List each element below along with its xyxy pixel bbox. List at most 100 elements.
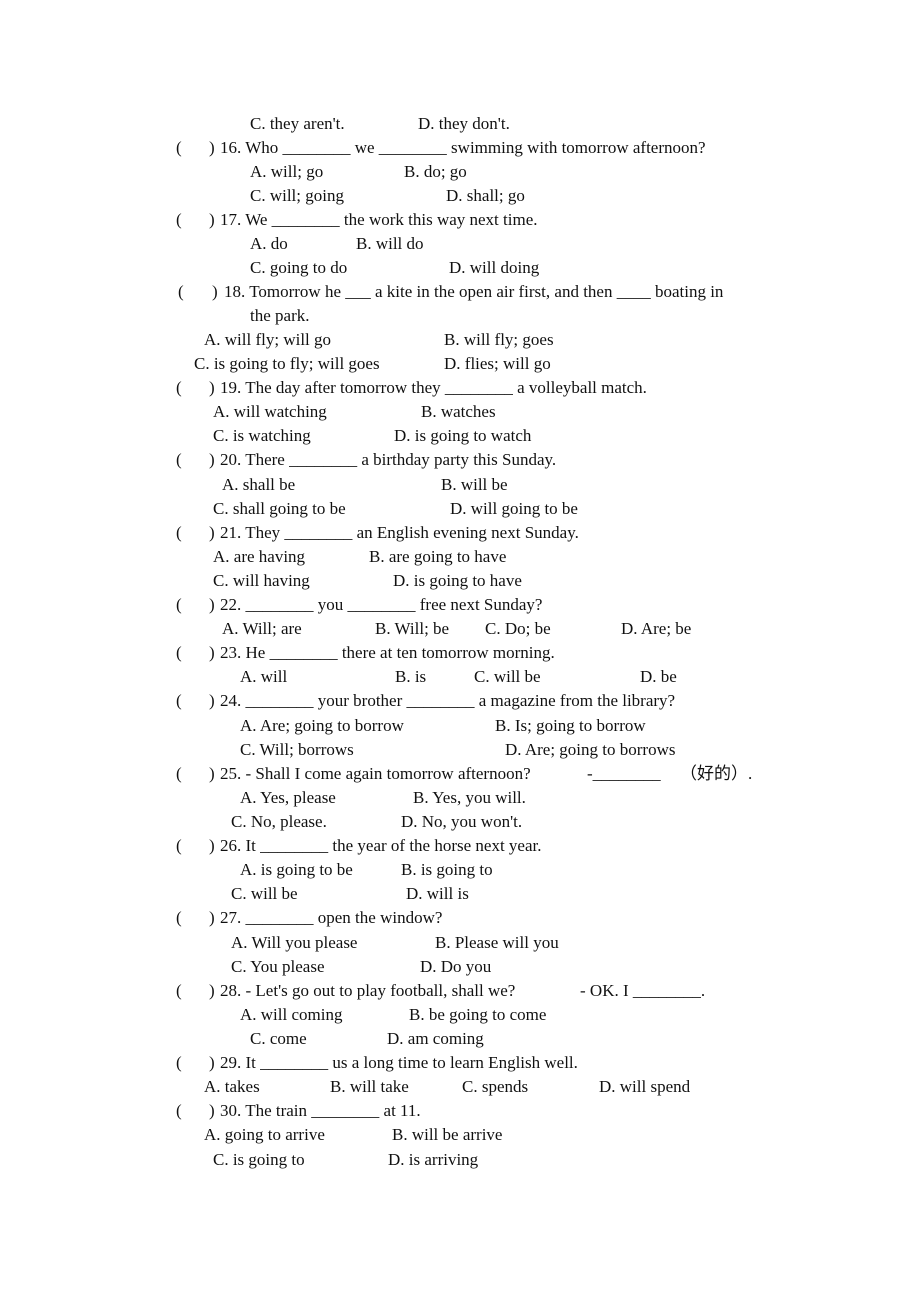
q24-option-b: B. Is; going to borrow (495, 716, 646, 735)
q18-option-a: A. will fly; will go (204, 330, 332, 349)
answer-bracket-open: ( (176, 1053, 182, 1072)
q22-option-b: B. Will; be (375, 619, 450, 638)
q27-stem: 27. ________ open the window? (220, 908, 443, 927)
answer-bracket-close: ) (209, 378, 215, 397)
q25-option-a: A. Yes, please (240, 788, 336, 807)
q19-option-c: C. is watching (213, 426, 311, 445)
q16-stem: 16. Who ________ we ________ swimming wi… (220, 138, 706, 157)
q21-option-a: A. are having (213, 547, 306, 566)
q29-option-d: D. will spend (599, 1077, 691, 1096)
answer-bracket-close: ) (209, 210, 215, 229)
answer-bracket-close: ) (209, 138, 215, 157)
q27-option-d: D. Do you (420, 957, 492, 976)
answer-bracket-open: ( (176, 691, 182, 710)
q27-option-b: B. Please will you (435, 933, 559, 952)
q30-option-b: B. will be arrive (392, 1125, 503, 1144)
q23-option-a: A. will (240, 667, 288, 686)
q16-option-d: D. shall; go (446, 186, 525, 205)
answer-bracket-close: ) (209, 595, 215, 614)
q21-option-b: B. are going to have (369, 547, 507, 566)
q20-stem: 20. There ________ a birthday party this… (220, 450, 557, 469)
q18-stem: 18. Tomorrow he ___ a kite in the open a… (224, 282, 724, 301)
q16-option-a: A. will; go (250, 162, 324, 181)
q27-option-a: A. Will you please (231, 933, 358, 952)
q17-option-a: A. do (250, 234, 288, 253)
q25-option-d: D. No, you won't. (401, 812, 523, 831)
q27-option-c: C. You please (231, 957, 325, 976)
answer-bracket-close: ) (209, 643, 215, 662)
q28-option-d: D. am coming (387, 1029, 484, 1048)
q19-option-d: D. is going to watch (394, 426, 532, 445)
answer-bracket-close: ) (209, 523, 215, 542)
answer-bracket-open: ( (176, 908, 182, 927)
q24-option-c: C. Will; borrows (240, 740, 354, 759)
q23-stem: 23. He ________ there at ten tomorrow mo… (220, 643, 555, 662)
q23-option-d: D. be (640, 667, 677, 686)
q20-option-a: A. shall be (222, 475, 296, 494)
answer-bracket-close: ) (212, 282, 218, 301)
q16-option-b: B. do; go (404, 162, 467, 181)
q18-option-c: C. is going to fly; will goes (194, 354, 380, 373)
q21-stem: 21. They ________ an English evening nex… (220, 523, 579, 542)
q25-option-b: B. Yes, you will. (413, 788, 526, 807)
q19-option-a: A. will watching (213, 402, 327, 421)
q28-option-a: A. will coming (240, 1005, 343, 1024)
answer-bracket-close: ) (209, 764, 215, 783)
q22-stem: 22. ________ you ________ free next Sund… (220, 595, 543, 614)
q28-stem: 28. - Let's go out to play football, sha… (220, 981, 516, 1000)
q18-option-d: D. flies; will go (444, 354, 551, 373)
q21-option-d: D. is going to have (393, 571, 522, 590)
answer-bracket-close: ) (209, 1053, 215, 1072)
answer-bracket-close: ) (209, 908, 215, 927)
q20-option-b: B. will be (441, 475, 508, 494)
q26-option-a: A. is going to be (240, 860, 353, 879)
q22-option-d: D. Are; be (621, 619, 692, 638)
q28-reply: - OK. I ________. (580, 981, 706, 1000)
q29-option-c: C. spends (462, 1077, 529, 1096)
q28-option-b: B. be going to come (409, 1005, 547, 1024)
q19-stem: 19. The day after tomorrow they ________… (220, 378, 647, 397)
answer-bracket-close: ) (209, 450, 215, 469)
q28-option-c: C. come (250, 1029, 307, 1048)
q19-option-b: B. watches (421, 402, 496, 421)
answer-bracket-open: ( (176, 836, 182, 855)
answer-bracket-close: ) (209, 1101, 215, 1120)
q17-option-c: C. going to do (250, 258, 348, 277)
q24-option-d: D. Are; going to borrows (505, 740, 676, 759)
q15-option-d: D. they don't. (418, 114, 510, 133)
q24-stem: 24. ________ your brother ________ a mag… (220, 691, 676, 710)
q25-stem: 25. - Shall I come again tomorrow aftern… (220, 764, 531, 783)
q30-option-d: D. is arriving (388, 1150, 479, 1169)
answer-bracket-open: ( (176, 450, 182, 469)
q18-stem-continued: the park. (250, 306, 310, 325)
q25-option-c: C. No, please. (231, 812, 327, 831)
answer-bracket-close: ) (209, 981, 215, 1000)
q25-hint: （好的）. (680, 764, 753, 783)
q29-option-a: A. takes (204, 1077, 260, 1096)
q17-option-d: D. will doing (449, 258, 540, 277)
q20-option-d: D. will going to be (450, 499, 578, 518)
answer-bracket-open: ( (178, 282, 184, 301)
q30-option-c: C. is going to (213, 1150, 305, 1169)
q23-option-b: B. is (395, 667, 427, 686)
q15-option-c: C. they aren't. (250, 114, 345, 133)
q22-option-c: C. Do; be (485, 619, 551, 638)
answer-bracket-open: ( (176, 764, 182, 783)
answer-bracket-open: ( (176, 138, 182, 157)
q22-option-a: A. Will; are (222, 619, 302, 638)
answer-bracket-close: ) (209, 691, 215, 710)
q17-option-b: B. will do (356, 234, 424, 253)
q30-option-a: A. going to arrive (204, 1125, 325, 1144)
answer-bracket-open: ( (176, 1101, 182, 1120)
q17-stem: 17. We ________ the work this way next t… (220, 210, 538, 229)
q29-stem: 29. It ________ us a long time to learn … (220, 1053, 578, 1072)
q21-option-c: C. will having (213, 571, 310, 590)
q23-option-c: C. will be (474, 667, 541, 686)
q26-stem: 26. It ________ the year of the horse ne… (220, 836, 542, 855)
q26-option-c: C. will be (231, 884, 298, 903)
q24-option-a: A. Are; going to borrow (240, 716, 404, 735)
answer-bracket-open: ( (176, 643, 182, 662)
q25-reply-blank: -________ (587, 764, 661, 783)
q26-option-d: D. will is (406, 884, 469, 903)
q30-stem: 30. The train ________ at 11. (220, 1101, 421, 1120)
